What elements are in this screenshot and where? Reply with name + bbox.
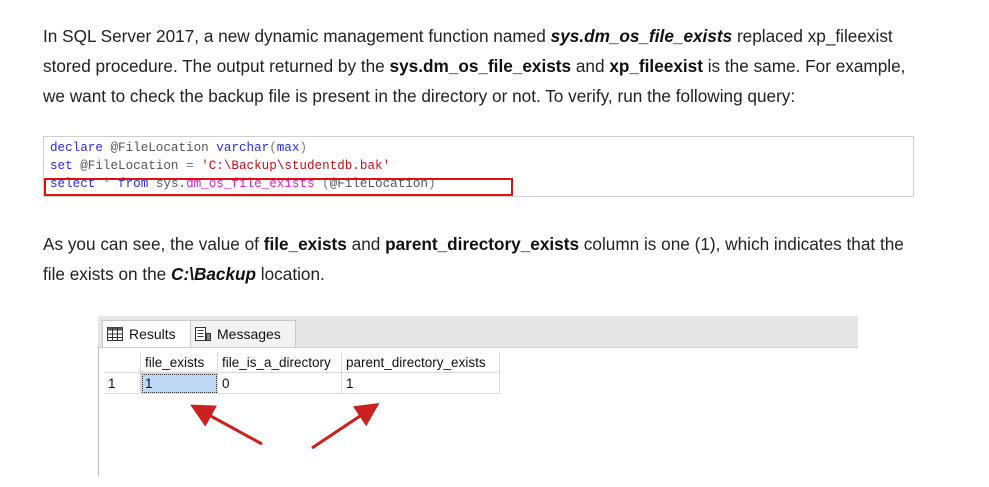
tab-messages-label: Messages <box>217 326 281 342</box>
text: As you can see, the value of <box>43 234 264 254</box>
code-line-1: declare @FileLocation varchar(max) <box>50 141 307 155</box>
text: location. <box>256 264 325 284</box>
intro-paragraph: In SQL Server 2017, a new dynamic manage… <box>43 21 923 111</box>
function-name: sys.dm_os_file_exists <box>550 26 733 46</box>
highlight-box <box>44 178 513 196</box>
text: In SQL Server 2017, a new dynamic manage… <box>43 26 551 46</box>
table-cell[interactable]: 0 <box>218 373 342 394</box>
column-header-file-is-a-directory[interactable]: file_is_a_directory <box>218 352 342 373</box>
text: and <box>346 234 386 254</box>
function-name: sys.dm_os_file_exists <box>389 56 572 76</box>
path-name: C:\Backup <box>171 264 257 284</box>
results-pane: Results Messages file_exists file_is_a_d… <box>98 316 858 476</box>
column-name: parent_directory_exists <box>385 234 580 254</box>
grid-icon <box>107 323 123 341</box>
row-number-header <box>104 352 141 373</box>
arrow-to-parent-directory-exists <box>311 403 380 450</box>
row-number[interactable]: 1 <box>104 373 141 394</box>
arrow-to-file-exists <box>190 404 263 446</box>
column-header-file-exists[interactable]: file_exists <box>141 352 218 373</box>
tab-messages[interactable]: Messages <box>190 320 296 347</box>
explanation-paragraph: As you can see, the value of file_exists… <box>43 229 923 289</box>
divider <box>98 347 99 476</box>
results-tabbar: Results Messages <box>98 316 858 348</box>
text: and <box>571 56 610 76</box>
messages-icon <box>195 323 211 341</box>
table-cell[interactable]: 1 <box>141 373 218 394</box>
code-line-2: set @FileLocation = 'C:\Backup\studentdb… <box>50 159 391 173</box>
tab-results[interactable]: Results <box>102 320 196 347</box>
column-name: file_exists <box>263 234 347 254</box>
table-cell[interactable]: 1 <box>342 373 500 394</box>
procedure-name: xp_fileexist <box>609 56 703 76</box>
column-header-parent-directory-exists[interactable]: parent_directory_exists <box>342 352 500 373</box>
code-block: declare @FileLocation varchar(max) set @… <box>43 136 914 197</box>
tab-results-label: Results <box>129 326 176 342</box>
